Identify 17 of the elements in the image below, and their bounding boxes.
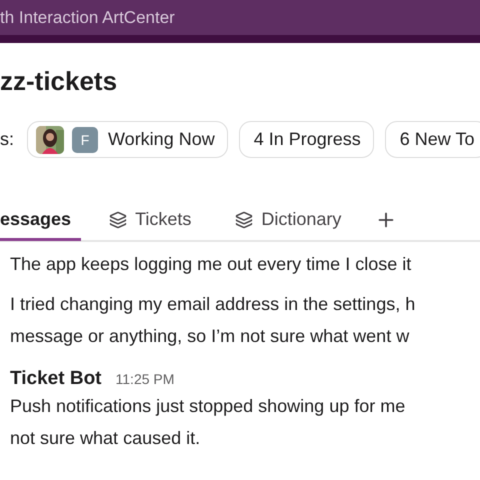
window-title: th Interaction ArtCenter xyxy=(0,8,175,28)
message-text: The app keeps logging me out every time I close it xyxy=(10,253,412,276)
status-chip[interactable]: 4 In Progress xyxy=(238,121,374,158)
message-author: Ticket Bot xyxy=(10,368,102,390)
status-chip[interactable]: 6 New To xyxy=(384,121,480,158)
message-text: Push notifications just stopped showing up for me not sure what caused it. xyxy=(10,395,406,450)
layers-icon xyxy=(109,210,128,228)
channel-title: zz-tickets xyxy=(0,65,118,97)
message-time: 11:25 PM xyxy=(116,371,174,387)
status-label: s: xyxy=(0,129,14,150)
tab[interactable]: essages xyxy=(0,201,82,241)
message-text: I tried changing my email address in the settings, h message or anything, so I’m not sure what went w xyxy=(10,293,416,348)
status-chip[interactable]: F Working Now xyxy=(27,121,228,158)
avatar-initial: F xyxy=(72,126,98,152)
tab[interactable]: Dictionary xyxy=(219,201,358,241)
tab[interactable]: Tickets xyxy=(93,201,208,241)
layers-icon xyxy=(235,210,254,228)
